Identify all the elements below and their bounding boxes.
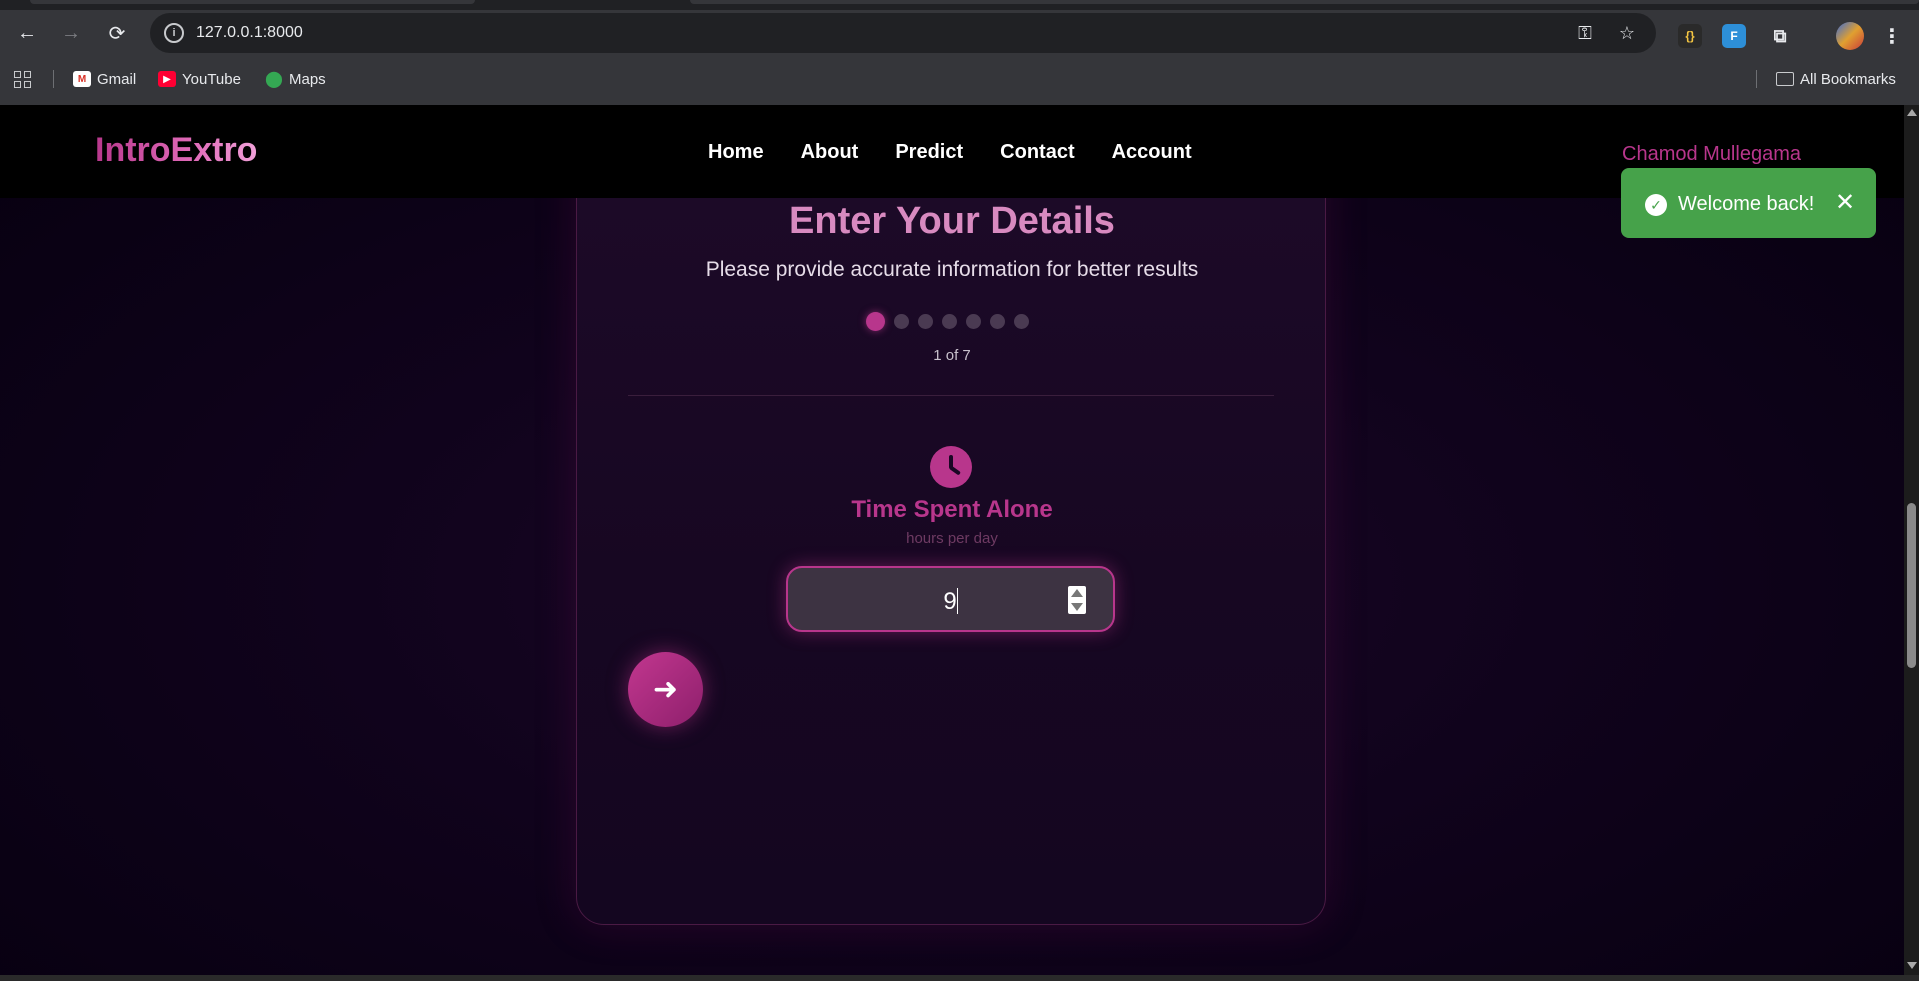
step-dot-active bbox=[866, 311, 885, 331]
step-dot bbox=[990, 313, 1005, 329]
bookmark-label: Maps bbox=[289, 70, 326, 88]
browser-tab[interactable] bbox=[690, 0, 1919, 4]
page-scrollbar[interactable] bbox=[1904, 105, 1919, 975]
bookmark-maps[interactable]: ⬤ Maps bbox=[265, 68, 326, 90]
step-progress-dots bbox=[866, 311, 1029, 331]
folder-icon bbox=[1776, 72, 1794, 86]
text-caret bbox=[956, 588, 958, 614]
url-text: 127.0.0.1:8000 bbox=[196, 24, 303, 41]
password-key-icon[interactable]: ⚿ bbox=[1574, 22, 1596, 44]
form-title: Enter Your Details bbox=[789, 200, 1115, 242]
maps-icon: ⬤ bbox=[265, 71, 283, 88]
site-navbar: IntroExtro Home About Predict Contact Ac… bbox=[0, 105, 1904, 198]
site-info-icon[interactable]: i bbox=[164, 23, 184, 43]
tab-strip bbox=[0, 0, 1919, 10]
toast-close-icon[interactable]: ✕ bbox=[1835, 188, 1855, 217]
apps-grid-icon[interactable] bbox=[14, 68, 31, 90]
field-label: Time Spent Alone bbox=[851, 496, 1053, 523]
toast-message: Welcome back! bbox=[1678, 193, 1815, 215]
form-subtitle: Please provide accurate information for … bbox=[705, 258, 1199, 281]
scroll-up-icon[interactable] bbox=[1907, 109, 1917, 116]
step-dot bbox=[918, 313, 933, 329]
youtube-icon: ▶ bbox=[158, 71, 176, 87]
nav-about[interactable]: About bbox=[801, 141, 859, 164]
spinner-down-icon[interactable] bbox=[1071, 603, 1083, 611]
address-bar[interactable]: i 127.0.0.1:8000 ⚿ ☆ bbox=[150, 13, 1656, 53]
all-bookmarks[interactable]: All Bookmarks bbox=[1776, 68, 1896, 90]
input-value: 9 bbox=[943, 588, 957, 615]
number-spinner[interactable] bbox=[1068, 586, 1086, 614]
window-bottom-edge bbox=[0, 975, 1919, 981]
scrollbar-thumb[interactable] bbox=[1907, 503, 1916, 668]
arrow-right-icon: ➜ bbox=[652, 673, 679, 706]
bookmark-star-icon[interactable]: ☆ bbox=[1616, 22, 1638, 44]
bookmark-label: YouTube bbox=[182, 70, 241, 88]
bookmarks-separator bbox=[53, 70, 54, 88]
all-bookmarks-label: All Bookmarks bbox=[1800, 70, 1896, 88]
bookmark-label: Gmail bbox=[97, 70, 137, 88]
gmail-icon: M bbox=[73, 71, 91, 87]
extensions-puzzle-icon[interactable]: ⧉ bbox=[1768, 24, 1792, 48]
user-name[interactable]: Chamod Mullegama bbox=[1622, 143, 1801, 166]
welcome-toast: ✓ Welcome back! ✕ bbox=[1621, 168, 1876, 238]
time-alone-input[interactable]: 9 bbox=[786, 566, 1115, 632]
clock-icon bbox=[930, 446, 972, 488]
form-divider bbox=[628, 395, 1274, 396]
bookmarks-separator bbox=[1756, 70, 1757, 88]
spinner-up-icon[interactable] bbox=[1071, 589, 1083, 597]
nav-account[interactable]: Account bbox=[1112, 141, 1192, 164]
bookmarks-bar: M Gmail ▶ YouTube ⬤ Maps All Bookmarks bbox=[0, 62, 1919, 96]
browser-tab[interactable] bbox=[30, 0, 475, 4]
bookmark-youtube[interactable]: ▶ YouTube bbox=[158, 68, 241, 90]
step-dot bbox=[966, 313, 981, 329]
scroll-down-icon[interactable] bbox=[1907, 962, 1917, 969]
json-extension-icon[interactable]: {} bbox=[1678, 24, 1702, 48]
reload-button[interactable]: ⟳ bbox=[101, 17, 133, 49]
next-step-button[interactable]: ➜ bbox=[628, 652, 703, 727]
back-button[interactable]: ← bbox=[11, 17, 43, 49]
step-counter: 1 of 7 bbox=[933, 347, 971, 364]
nav-contact[interactable]: Contact bbox=[1000, 141, 1074, 164]
step-dot bbox=[894, 313, 909, 329]
nav-home[interactable]: Home bbox=[708, 141, 764, 164]
bookmark-gmail[interactable]: M Gmail bbox=[73, 68, 136, 90]
step-dot bbox=[942, 313, 957, 329]
browser-chrome: ← → ⟳ i 127.0.0.1:8000 ⚿ ☆ {} F ⧉ ⋮ M Gm… bbox=[0, 0, 1919, 105]
site-logo[interactable]: IntroExtro bbox=[95, 131, 257, 170]
check-circle-icon: ✓ bbox=[1645, 194, 1667, 216]
browser-toolbar: ← → ⟳ i 127.0.0.1:8000 ⚿ ☆ {} F ⧉ ⋮ bbox=[0, 10, 1919, 56]
menu-kebab-icon[interactable]: ⋮ bbox=[1880, 24, 1904, 48]
profile-avatar[interactable] bbox=[1836, 22, 1864, 50]
forward-button[interactable]: → bbox=[55, 17, 87, 49]
step-dot bbox=[1014, 313, 1029, 329]
nav-predict[interactable]: Predict bbox=[895, 141, 963, 164]
nav-links: Home About Predict Contact Account bbox=[708, 141, 1229, 164]
field-hint: hours per day bbox=[906, 530, 998, 547]
extension-icon[interactable]: F bbox=[1722, 24, 1746, 48]
